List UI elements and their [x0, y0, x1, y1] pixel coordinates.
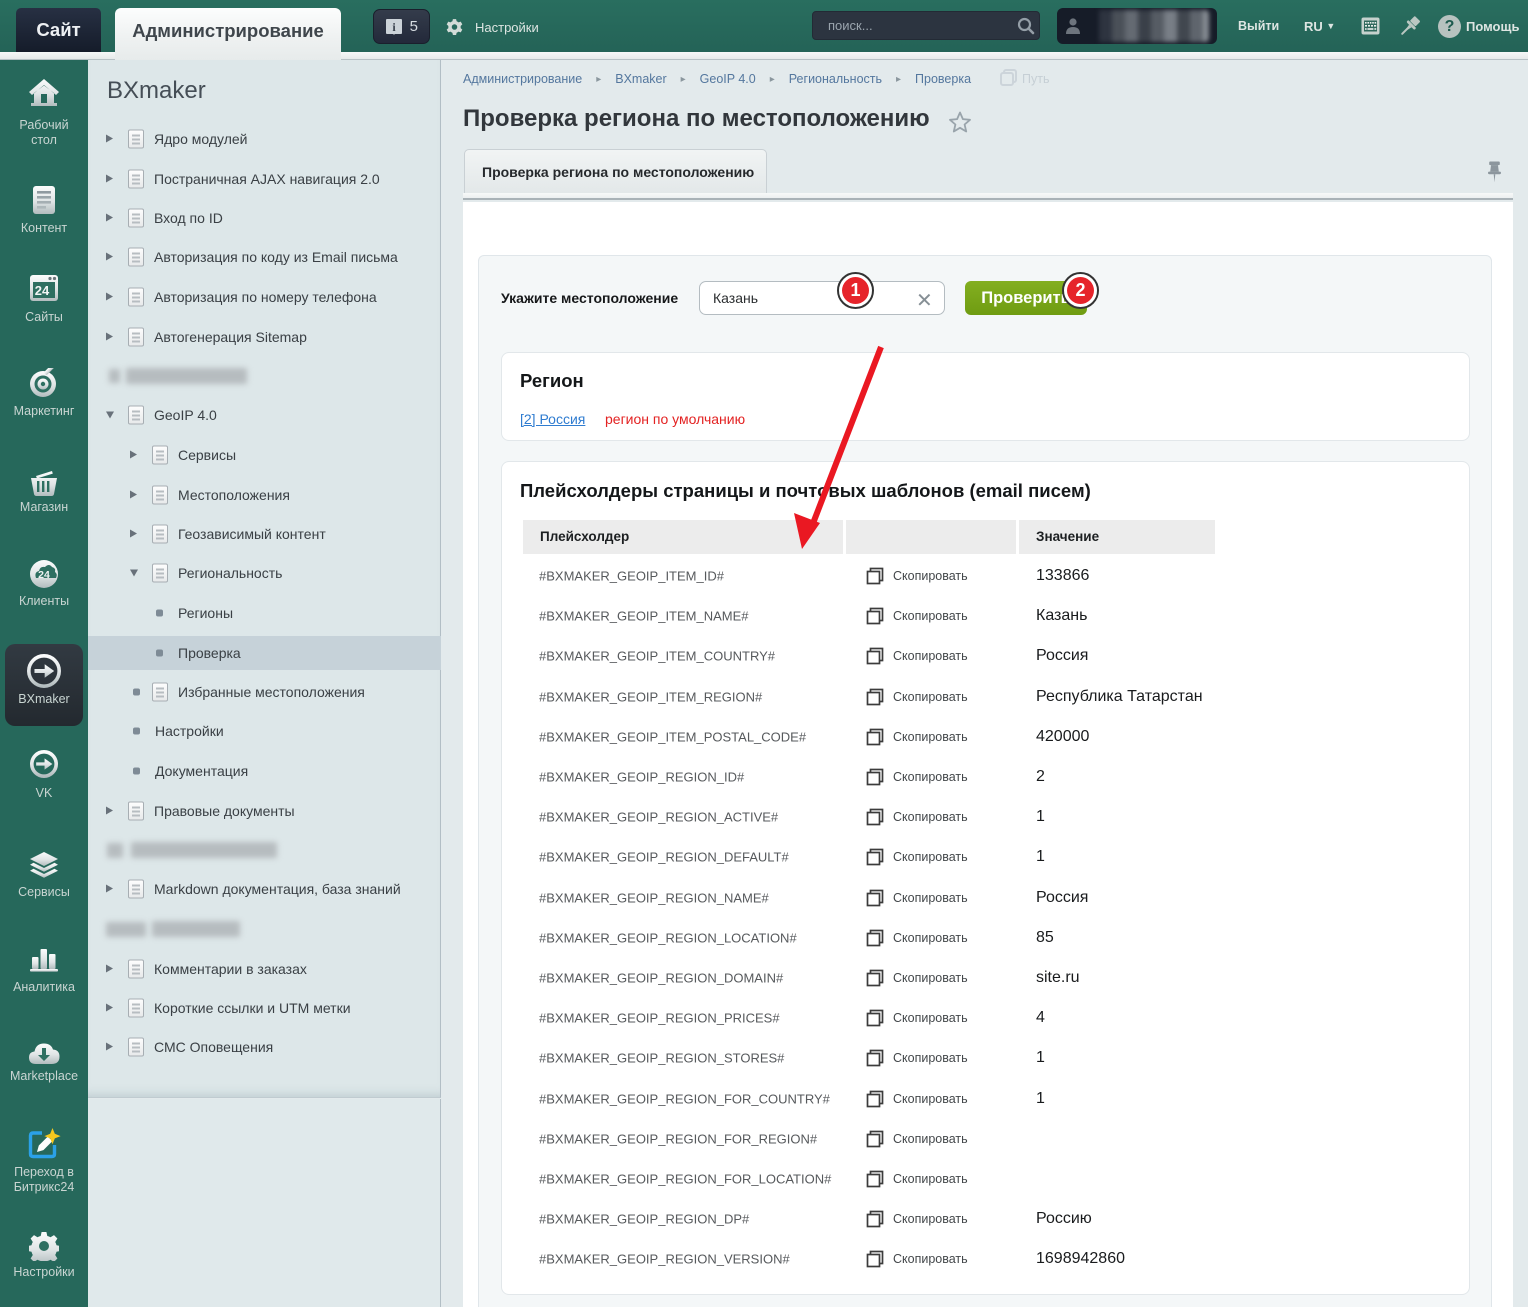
- svg-text:24: 24: [38, 569, 50, 581]
- svg-text:24: 24: [35, 283, 50, 298]
